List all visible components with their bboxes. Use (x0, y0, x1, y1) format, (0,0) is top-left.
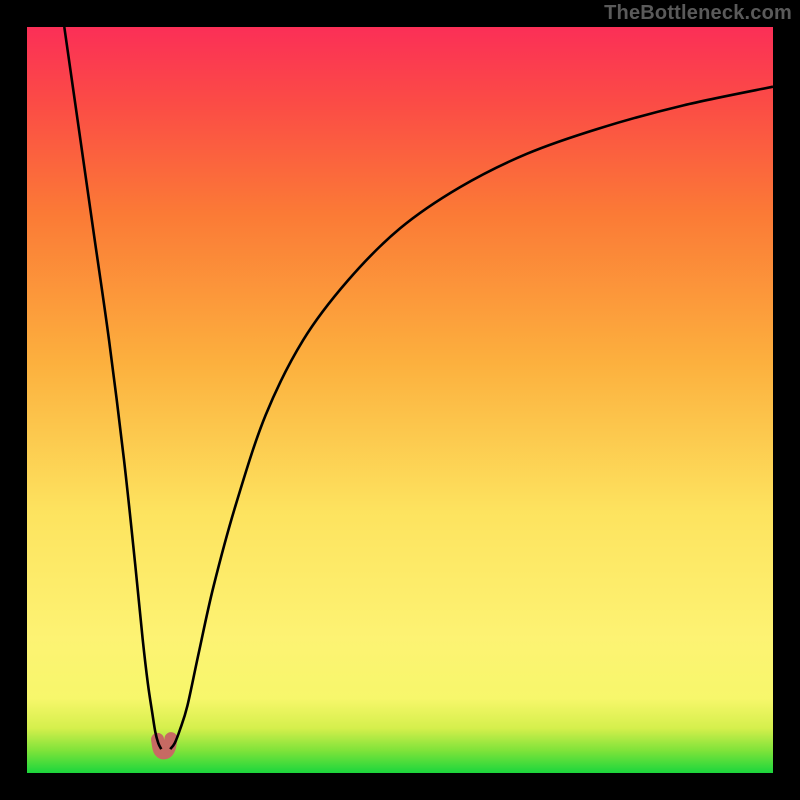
plot-area (27, 27, 773, 773)
watermark-text: TheBottleneck.com (604, 2, 792, 25)
bottleneck-chart (0, 0, 800, 800)
chart-frame: TheBottleneck.com (0, 0, 800, 800)
